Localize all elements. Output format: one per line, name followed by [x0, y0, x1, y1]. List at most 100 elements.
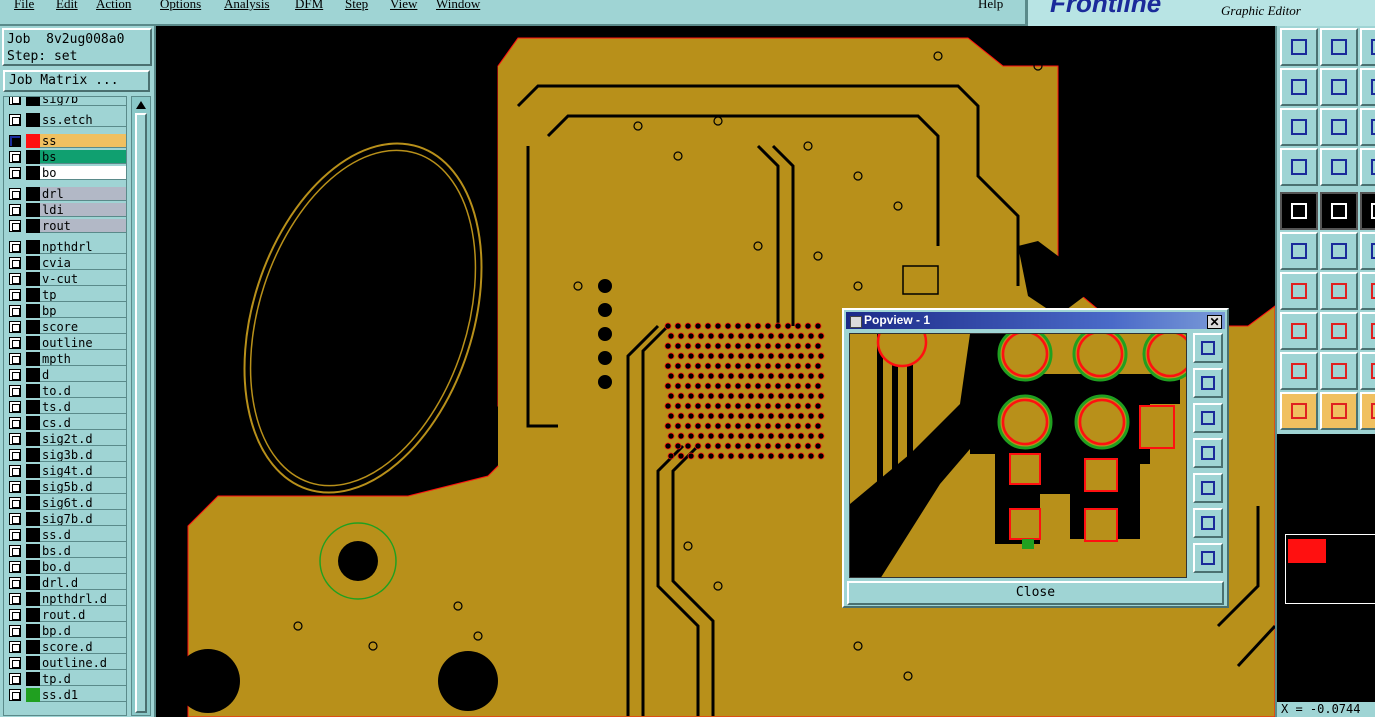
popview-canvas[interactable]: [849, 333, 1187, 578]
layer-checkbox[interactable]: [9, 188, 21, 200]
tool-add-polygon-button[interactable]: [1320, 352, 1358, 390]
layer-row-rout[interactable]: rout: [4, 218, 126, 234]
popview-pan-left-icon[interactable]: [1193, 438, 1223, 468]
tool-edit-line-button[interactable]: [1320, 272, 1358, 310]
layer-checkbox[interactable]: [9, 167, 21, 179]
job-matrix-button[interactable]: Job Matrix ...: [3, 70, 150, 92]
layer-row-cvia[interactable]: cvia: [4, 255, 126, 271]
layer-row-ss[interactable]: ss: [4, 133, 126, 149]
layer-checkbox[interactable]: [9, 545, 21, 557]
layer-row-cs-d[interactable]: cs.d: [4, 415, 126, 431]
layer-checkbox[interactable]: [9, 321, 21, 333]
tool-layer-button[interactable]: [1360, 192, 1375, 230]
popview-zoom-home-icon[interactable]: [1193, 333, 1223, 363]
layer-row-drl-d[interactable]: drl.d: [4, 575, 126, 591]
menu-view[interactable]: View: [390, 0, 417, 12]
layer-row-bo-d[interactable]: bo.d: [4, 559, 126, 575]
layer-checkbox[interactable]: [9, 641, 21, 653]
layer-row-to-d[interactable]: to.d: [4, 383, 126, 399]
tool-pan-right-button[interactable]: [1320, 68, 1358, 106]
tool-feature-info-button[interactable]: [1280, 192, 1318, 230]
layer-row-bp[interactable]: bp: [4, 303, 126, 319]
tool-zoom-in-button[interactable]: [1320, 108, 1358, 146]
tool-polygon-button[interactable]: [1280, 352, 1318, 390]
layer-checkbox[interactable]: [9, 135, 21, 147]
layer-row-npthdrl-d[interactable]: npthdrl.d: [4, 591, 126, 607]
tool-zoom-fit-button[interactable]: [1280, 108, 1318, 146]
popview-zoom-out-icon[interactable]: [1193, 543, 1223, 573]
menu-file[interactable]: File: [14, 0, 34, 12]
layer-row-bo[interactable]: bo: [4, 165, 126, 181]
tool-grid-button[interactable]: [1320, 148, 1358, 186]
layer-row-tp-d[interactable]: tp.d: [4, 671, 126, 687]
layer-row-score[interactable]: score: [4, 319, 126, 335]
tool-measure-button[interactable]: [1280, 148, 1318, 186]
layer-checkbox[interactable]: [9, 204, 21, 216]
tool-net-button[interactable]: [1280, 232, 1318, 270]
layer-checkbox[interactable]: [9, 481, 21, 493]
tool-highlight-button[interactable]: [1360, 392, 1375, 430]
layer-checkbox[interactable]: [9, 97, 21, 105]
layer-checkbox[interactable]: [9, 257, 21, 269]
layer-row-ss-d1[interactable]: ss.d1: [4, 687, 126, 703]
layer-row-sig7b-d[interactable]: sig7b.d: [4, 511, 126, 527]
layer-row-bp-d[interactable]: bp.d: [4, 623, 126, 639]
layer-checkbox[interactable]: [9, 305, 21, 317]
tool-snap-button[interactable]: [1360, 148, 1375, 186]
layer-checkbox[interactable]: [9, 151, 21, 163]
scroll-up-arrow-icon[interactable]: [136, 101, 146, 109]
layer-row-ss-etch[interactable]: ss.etch: [4, 112, 126, 128]
layer-list-scrollbar[interactable]: [131, 96, 151, 716]
layer-checkbox[interactable]: [9, 353, 21, 365]
layer-row-sig5b-d[interactable]: sig5b.d: [4, 479, 126, 495]
layer-row-sig2t-d[interactable]: sig2t.d: [4, 431, 126, 447]
tool-select-button[interactable]: [1280, 392, 1318, 430]
window-menu-icon[interactable]: [850, 316, 862, 328]
layer-row-mpth[interactable]: mpth: [4, 351, 126, 367]
layer-row-outline-d[interactable]: outline.d: [4, 655, 126, 671]
layer-checkbox[interactable]: [9, 401, 21, 413]
layer-checkbox[interactable]: [9, 465, 21, 477]
layer-checkbox[interactable]: [9, 273, 21, 285]
popview-pan-right-icon[interactable]: [1193, 473, 1223, 503]
tool-step-button[interactable]: [1360, 108, 1375, 146]
layer-row-drl[interactable]: drl: [4, 186, 126, 202]
layer-checkbox[interactable]: [9, 609, 21, 621]
tool-split-button[interactable]: [1320, 312, 1358, 350]
popview-zoomed-view[interactable]: [850, 334, 1187, 578]
tool-cut-button[interactable]: [1360, 352, 1375, 390]
tool-delete-button[interactable]: [1320, 232, 1358, 270]
tool-move-button[interactable]: [1360, 232, 1375, 270]
layer-row-ss-d[interactable]: ss.d: [4, 527, 126, 543]
layer-checkbox[interactable]: [9, 289, 21, 301]
popview-zoom-in-icon[interactable]: [1193, 508, 1223, 538]
layer-row-bs[interactable]: bs: [4, 149, 126, 165]
tool-pan-left-button[interactable]: [1280, 68, 1318, 106]
layer-row-rout-d[interactable]: rout.d: [4, 607, 126, 623]
layer-checkbox[interactable]: [9, 385, 21, 397]
layer-row-tp[interactable]: tp: [4, 287, 126, 303]
layer-checkbox[interactable]: [9, 593, 21, 605]
tool-pan-up-button[interactable]: [1320, 28, 1358, 66]
layer-checkbox[interactable]: [9, 114, 21, 126]
layer-checkbox[interactable]: [9, 689, 21, 701]
layer-checkbox[interactable]: [9, 241, 21, 253]
layer-row-ts-d[interactable]: ts.d: [4, 399, 126, 415]
popview-pan-up-icon[interactable]: [1193, 368, 1223, 398]
layer-checkbox[interactable]: [9, 220, 21, 232]
layer-row-d[interactable]: d: [4, 367, 126, 383]
tool-select-box-button[interactable]: [1320, 392, 1358, 430]
menu-edit[interactable]: Edit: [56, 0, 78, 12]
popview-close-button[interactable]: Close: [847, 581, 1224, 605]
layer-row-outline[interactable]: outline: [4, 335, 126, 351]
menu-window[interactable]: Window: [436, 0, 480, 12]
tool-line-button[interactable]: [1280, 272, 1318, 310]
layer-row-v-cut[interactable]: v-cut: [4, 271, 126, 287]
layer-checkbox[interactable]: [9, 369, 21, 381]
layer-checkbox[interactable]: [9, 337, 21, 349]
layer-checkbox[interactable]: [9, 449, 21, 461]
layer-row-npthdrl[interactable]: npthdrl: [4, 239, 126, 255]
menu-dfm[interactable]: DFM: [295, 0, 323, 12]
layer-checkbox[interactable]: [9, 577, 21, 589]
layer-checkbox[interactable]: [9, 657, 21, 669]
